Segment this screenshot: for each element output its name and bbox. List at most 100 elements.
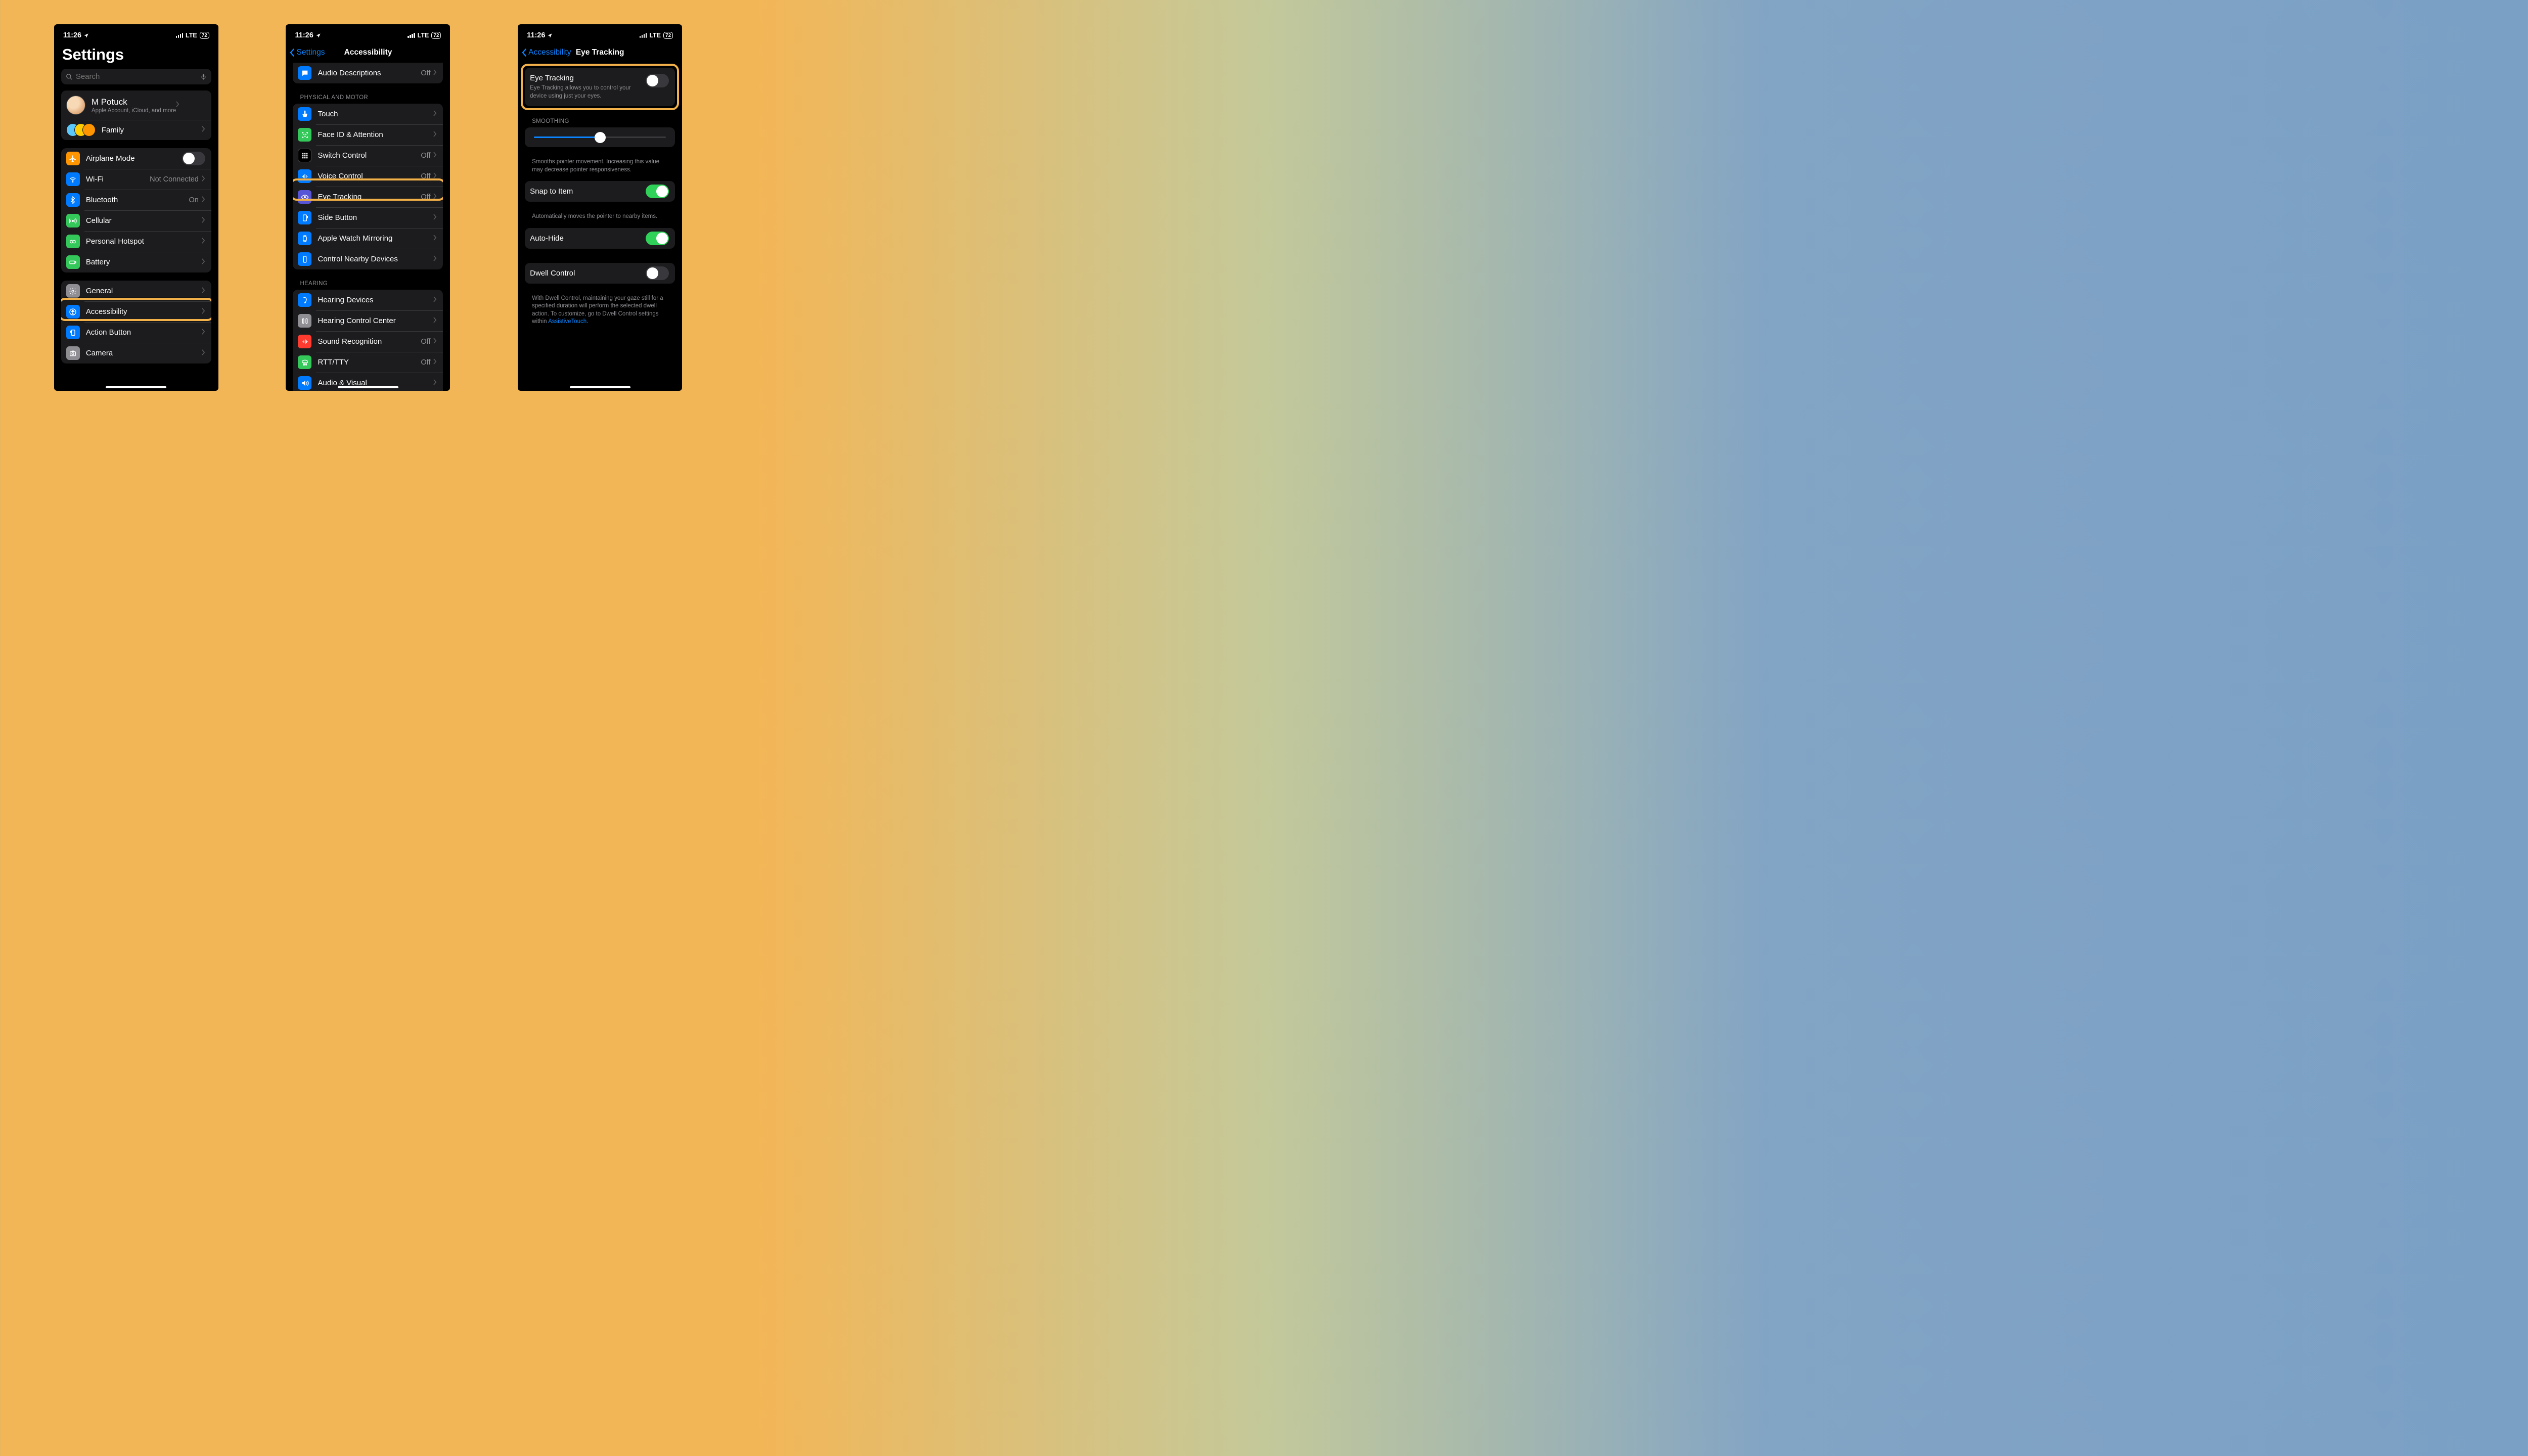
assistivetouch-link[interactable]: AssistiveTouch (548, 318, 586, 325)
family-avatars (66, 123, 96, 136)
chevron-icon (433, 379, 437, 388)
chevron-icon (433, 193, 437, 202)
sound-recognition-row[interactable]: Sound RecognitionOff (293, 331, 443, 352)
wifi-icon (66, 172, 80, 186)
nav-bar: Settings Accessibility (286, 42, 450, 63)
snap-toggle[interactable] (646, 185, 669, 198)
audio-descriptions-row[interactable]: Audio Descriptions Off (293, 63, 443, 83)
wifi-status: Not Connected (150, 175, 199, 184)
rtt-tty-row[interactable]: RTT/TTYOff (293, 352, 443, 373)
chevron-icon (176, 101, 179, 110)
eye-tracking-description: Eye Tracking allows you to control your … (530, 84, 646, 100)
grid-icon (298, 149, 311, 162)
bluetooth-row[interactable]: Bluetooth On (61, 190, 211, 210)
settings-root-screen: 11:26 LTE 72 Settings M Potuck Apple Acc… (54, 24, 218, 391)
location-icon (315, 33, 321, 38)
watch-mirroring-row[interactable]: Apple Watch Mirroring (293, 228, 443, 249)
hearing-header: HEARING (286, 278, 450, 290)
speaker-icon (298, 376, 311, 390)
accessibility-screen: 11:26 LTE72 Settings Accessibility Audio… (286, 24, 450, 391)
apple-account-row[interactable]: M Potuck Apple Account, iCloud, and more (61, 90, 211, 120)
status-bar: 11:26 LTE 72 (54, 24, 218, 42)
hearing-devices-row[interactable]: Hearing Devices (293, 290, 443, 310)
tty-icon (298, 355, 311, 369)
chevron-icon (202, 175, 205, 184)
chevron-icon (433, 234, 437, 243)
chevron-icon (202, 125, 205, 134)
hotspot-row[interactable]: Personal Hotspot (61, 231, 211, 252)
carrier-label: LTE (186, 32, 197, 39)
autohide-toggle[interactable] (646, 232, 669, 245)
switch-control-row[interactable]: Switch ControlOff (293, 145, 443, 166)
camera-row[interactable]: Camera (61, 343, 211, 363)
chevron-left-icon (522, 48, 527, 57)
accessibility-row[interactable]: Accessibility (61, 301, 211, 322)
smoothing-slider-row[interactable] (525, 127, 675, 147)
cellular-icon (66, 214, 80, 228)
chevron-icon (202, 237, 205, 246)
nav-title: Eye Tracking (576, 48, 624, 57)
signal-icon (408, 33, 415, 38)
chevron-icon (202, 349, 205, 358)
family-row[interactable]: Family (61, 120, 211, 140)
faceid-row[interactable]: Face ID & Attention (293, 124, 443, 145)
voice-control-row[interactable]: Voice ControlOff (293, 166, 443, 187)
chevron-icon (433, 69, 437, 78)
battery-icon: 72 (431, 32, 441, 39)
home-indicator[interactable] (338, 386, 398, 388)
airplane-toggle[interactable] (182, 152, 205, 165)
chevron-icon (202, 216, 205, 225)
chevron-icon (202, 258, 205, 267)
speech-bubble-icon (298, 66, 311, 80)
chevron-left-icon (290, 48, 295, 57)
chevron-icon (433, 172, 437, 181)
chevron-icon (433, 255, 437, 264)
wifi-row[interactable]: Wi-Fi Not Connected (61, 169, 211, 190)
back-button[interactable]: Settings (290, 48, 325, 57)
search-input[interactable] (61, 69, 211, 84)
status-time: 11:26 (527, 31, 545, 39)
faceid-icon (298, 128, 311, 142)
chevron-icon (433, 110, 437, 119)
status-bar: 11:26 LTE72 (518, 24, 682, 42)
auto-hide-row[interactable]: Auto-Hide (525, 228, 675, 249)
location-icon (547, 33, 553, 38)
cellular-row[interactable]: Cellular (61, 210, 211, 231)
chevron-icon (433, 358, 437, 367)
chevron-icon (202, 307, 205, 316)
battery-icon: 72 (663, 32, 673, 39)
chevron-icon (433, 296, 437, 305)
airplane-mode-row[interactable]: Airplane Mode (61, 148, 211, 169)
hearing-control-center-row[interactable]: Hearing Control Center (293, 310, 443, 331)
chevron-icon (433, 337, 437, 346)
accessibility-icon (66, 305, 80, 318)
snap-to-item-row[interactable]: Snap to Item (525, 181, 675, 202)
dwell-toggle[interactable] (646, 266, 669, 280)
action-button-row[interactable]: Action Button (61, 322, 211, 343)
chevron-icon (433, 130, 437, 140)
mic-icon[interactable] (200, 73, 207, 81)
general-row[interactable]: General (61, 281, 211, 301)
battery-icon-row (66, 255, 80, 269)
eye-tracking-toggle-row[interactable]: Eye Tracking Eye Tracking allows you to … (525, 68, 675, 106)
battery-row[interactable]: Battery (61, 252, 211, 272)
action-button-icon (66, 326, 80, 339)
back-button[interactable]: Accessibility (522, 48, 571, 57)
eye-tracking-toggle[interactable] (646, 74, 669, 87)
touch-row[interactable]: Touch (293, 104, 443, 124)
smoothing-slider[interactable] (534, 136, 666, 138)
dwell-control-row[interactable]: Dwell Control (525, 263, 675, 284)
avatar (66, 96, 85, 115)
signal-icon (640, 33, 647, 38)
status-bar: 11:26 LTE72 (286, 24, 450, 42)
home-indicator[interactable] (106, 386, 166, 388)
nav-title: Accessibility (344, 48, 392, 57)
nearby-devices-row[interactable]: Control Nearby Devices (293, 249, 443, 269)
home-indicator[interactable] (570, 386, 630, 388)
status-time: 11:26 (63, 31, 81, 39)
snap-description: Automatically moves the pointer to nearb… (518, 210, 682, 228)
signal-icon (176, 33, 184, 38)
eye-tracking-row[interactable]: Eye TrackingOff (293, 187, 443, 207)
side-button-row[interactable]: Side Button (293, 207, 443, 228)
search-field[interactable] (76, 72, 200, 81)
